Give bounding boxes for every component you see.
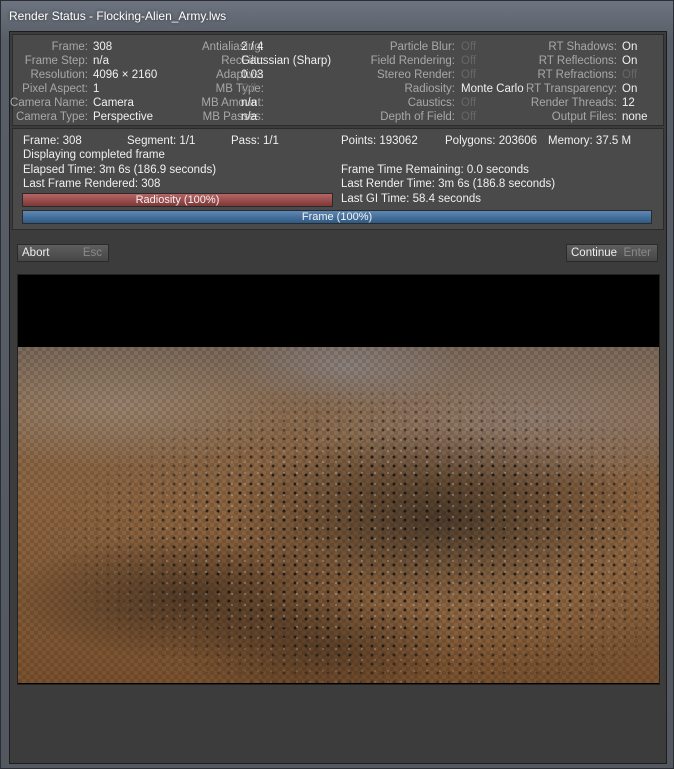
setting-value: Perspective [93,111,154,123]
setting-label: RT Transparency: [526,83,617,95]
setting-value: none [622,111,648,123]
setting-label: Radiosity: [404,83,456,95]
rendered-image [18,347,659,683]
frame-counter: Frame: 308 [23,135,82,147]
status-message: Displaying completed frame [23,149,165,161]
setting-label: Pixel Aspect: [22,83,88,95]
setting-label: Caustics: [407,97,455,109]
setting-label: Frame Step: [24,55,88,67]
setting-value: 0.03 [241,69,264,81]
alien-army-figures [18,347,659,683]
setting-value: 308 [93,41,113,53]
continue-button-label: Continue [571,247,618,259]
frame-progress-bar: Frame (100%) [22,210,652,224]
setting-value: 2 / 4 [241,41,264,53]
setting-label: MB Type: [215,83,264,95]
last-gi-time: Last GI Time: 58.4 seconds [341,193,481,205]
pass-counter: Pass: 1/1 [231,135,279,147]
setting-value: n/a [241,111,257,123]
setting-label: Resolution: [30,69,88,81]
setting-value: n/a [93,55,109,67]
setting-value: On [622,41,638,53]
abort-button-label: Abort [22,247,50,259]
setting-value: 12 [622,97,635,109]
window-title: Render Status - Flocking-Alien_Army.lws [9,9,227,23]
setting-value: Off [461,69,477,81]
setting-label: Particle Blur: [389,41,455,53]
setting-value: On [622,83,638,95]
render-status-window: Render Status - Flocking-Alien_Army.lws … [0,0,674,769]
setting-label: RT Refractions: [537,69,617,81]
elapsed-time: Elapsed Time: 3m 6s (186.9 seconds) [23,164,217,176]
setting-label: Camera Name: [10,97,88,109]
abort-button[interactable]: Abort Esc [17,244,109,262]
window-client-area: Frame: 308 Frame Step: n/a Resolution: 4096 ×… [9,31,667,764]
setting-value: Off [461,41,477,53]
setting-value: n/a [241,97,257,109]
setting-value: Off [461,97,477,109]
title-bar[interactable]: Render Status - Flocking-Alien_Army.lws [1,1,673,31]
abort-shortcut-key: Esc [82,247,102,259]
render-viewport[interactable] [17,274,660,685]
setting-value: 1 [93,83,100,95]
setting-value: Off [622,69,638,81]
setting-label: Render Threads: [530,97,617,109]
setting-value: 4096 × 2160 [93,69,158,81]
setting-label: Frame: [51,41,88,53]
frame-time-remaining: Frame Time Remaining: 0.0 seconds [341,164,529,176]
setting-label: Depth of Field: [380,111,455,123]
setting-value: Monte Carlo [461,83,524,95]
polygons-count: Polygons: 203606 [445,135,538,147]
setting-value: Camera [93,97,134,109]
frame-progress-label: Frame (100%) [301,211,373,223]
segment-counter: Segment: 1/1 [127,135,196,147]
continue-shortcut-key: Enter [623,247,652,259]
continue-button[interactable]: Continue Enter [566,244,658,262]
setting-value: Gaussian (Sharp) [241,55,332,67]
setting-value: On [622,55,638,67]
setting-value: Off [461,111,477,123]
setting-label: Stereo Render: [377,69,455,81]
render-settings-panel: Frame: 308 Frame Step: n/a Resolution: 4096 ×… [10,34,664,126]
last-render-time: Last Render Time: 3m 6s (186.8 seconds) [341,178,556,190]
setting-value: Off [461,55,477,67]
render-progress-panel: Frame: 308 Segment: 1/1 Pass: 1/1 Points… [12,128,664,230]
radiosity-progress-bar: Radiosity (100%) [22,193,333,207]
setting-label: Field Rendering: [370,55,455,67]
setting-label: RT Shadows: [548,41,617,53]
last-frame-rendered: Last Frame Rendered: 308 [23,178,161,190]
setting-label: Camera Type: [15,111,88,123]
radiosity-progress-label: Radiosity (100%) [135,194,220,206]
setting-label: RT Reflections: [538,55,617,67]
setting-label: Output Files: [551,111,617,123]
setting-value: Off [241,83,257,95]
points-count: Points: 193062 [341,135,418,147]
memory-usage: Memory: 37.5 M [548,135,632,147]
